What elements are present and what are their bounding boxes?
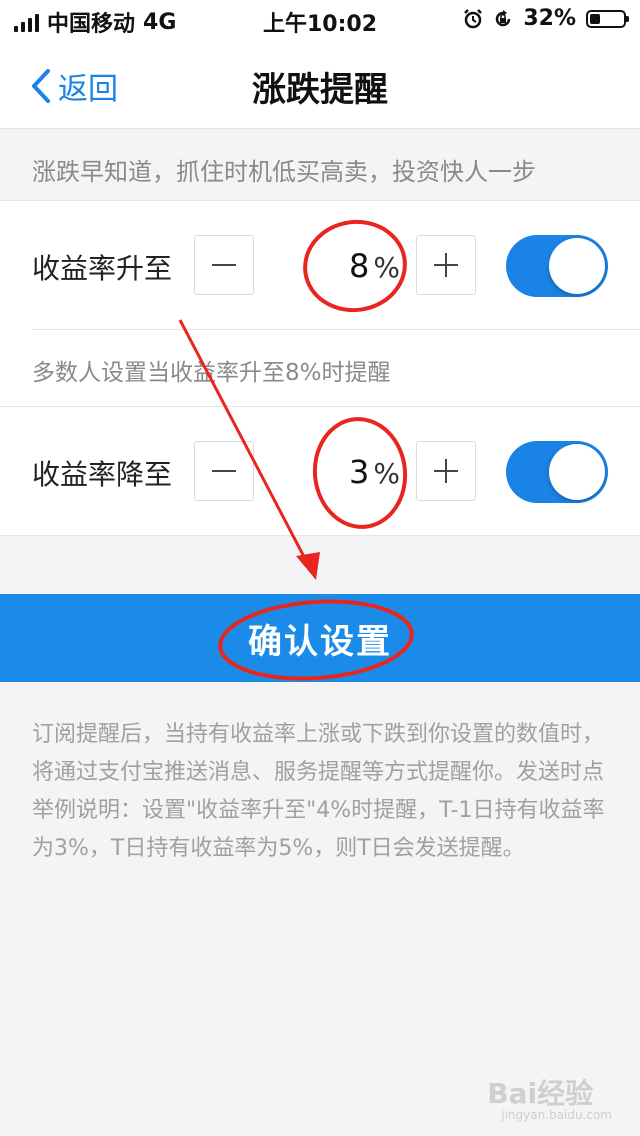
rise-value: 8 bbox=[349, 247, 370, 285]
fall-settings-card: 收益率降至 3% bbox=[0, 406, 640, 536]
rise-unit: % bbox=[373, 251, 400, 284]
nav-bar: 返回 涨跌提醒 bbox=[0, 40, 640, 129]
rise-label: 收益率升至 bbox=[32, 252, 173, 285]
rise-hint: 多数人设置当收益率升至8%时提醒 bbox=[32, 360, 391, 386]
fall-increase-button[interactable] bbox=[416, 441, 476, 501]
alarm-icon bbox=[464, 8, 483, 28]
rise-increase-button[interactable] bbox=[416, 235, 476, 295]
watermark-brand: Bai经验 bbox=[487, 1077, 594, 1110]
fall-label: 收益率降至 bbox=[32, 458, 173, 491]
rise-toggle[interactable] bbox=[506, 235, 608, 297]
confirm-button[interactable]: 确认设置 bbox=[0, 594, 640, 682]
plus-icon bbox=[434, 459, 458, 483]
fall-toggle[interactable] bbox=[506, 441, 608, 503]
watermark-url: jingyan.baidu.com bbox=[501, 1108, 612, 1122]
minus-icon bbox=[212, 470, 236, 472]
battery-fill bbox=[590, 13, 600, 24]
fall-value: 3 bbox=[349, 453, 370, 491]
annotation-arrowhead bbox=[296, 552, 320, 580]
toggle-knob bbox=[549, 444, 605, 500]
page-title: 涨跌提醒 bbox=[252, 70, 388, 110]
status-bar: 中国移动 4G 上午10:02 32% bbox=[0, 0, 640, 40]
fall-unit: % bbox=[373, 457, 400, 490]
toggle-knob bbox=[549, 238, 605, 294]
fall-value-display: 3% bbox=[300, 453, 400, 491]
battery-percent: 32% bbox=[523, 6, 576, 31]
rise-settings-card: 收益率升至 8% 多数人设置当收益率升至8%时提醒 bbox=[0, 200, 640, 407]
intro-tip: 涨跌早知道，抓住时机低买高卖，投资快人一步 bbox=[32, 158, 536, 186]
divider bbox=[32, 329, 640, 330]
battery-icon bbox=[586, 9, 629, 28]
orientation-lock-icon bbox=[496, 9, 511, 26]
status-right: 32% bbox=[463, 6, 629, 31]
subscription-notes: 订阅提醒后，当持有收益率上涨或下跌到你设置的数值时，将通过支付宝推送消息、服务提… bbox=[32, 722, 605, 861]
minus-icon bbox=[212, 264, 236, 266]
watermark: Bai经验 jingyan.baidu.com bbox=[487, 1072, 612, 1122]
fall-decrease-button[interactable] bbox=[194, 441, 254, 501]
plus-icon bbox=[434, 253, 458, 277]
rise-decrease-button[interactable] bbox=[194, 235, 254, 295]
rise-value-display: 8% bbox=[300, 247, 400, 285]
